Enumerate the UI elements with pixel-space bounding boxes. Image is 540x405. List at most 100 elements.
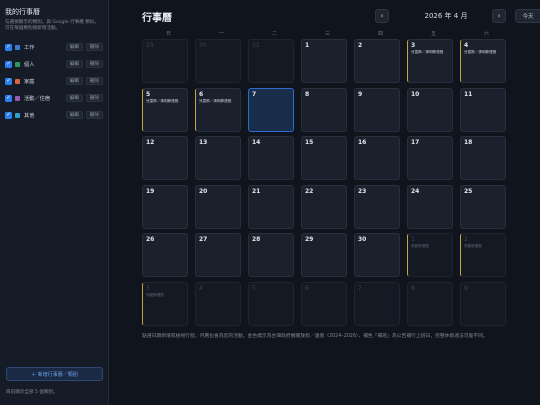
- day-cell[interactable]: 1 勞動節連假: [407, 233, 453, 277]
- day-cell[interactable]: 12: [142, 136, 188, 180]
- day-number: 17: [411, 139, 420, 146]
- calendar-name: 家庭: [24, 78, 35, 85]
- day-number: 14: [252, 139, 261, 146]
- calendar-item: ✓ 個人 編輯 刪除: [5, 58, 103, 70]
- day-cell[interactable]: 15: [301, 136, 347, 180]
- day-number: 30: [358, 236, 367, 243]
- edit-calendar-button[interactable]: 編輯: [65, 77, 83, 86]
- day-cell[interactable]: 21: [248, 184, 294, 229]
- day-cell[interactable]: 5: [248, 281, 294, 326]
- delete-calendar-button[interactable]: 刪除: [85, 111, 103, 120]
- day-cell[interactable]: 29: [142, 39, 188, 83]
- day-cell-today[interactable]: 7: [248, 87, 294, 132]
- add-calendar-button[interactable]: ＋ 新增行事曆／類別: [6, 367, 103, 381]
- day-cell[interactable]: 26: [142, 233, 188, 277]
- day-cell[interactable]: 2: [354, 39, 400, 83]
- sidebar-description: 勾選要顯示的類別。與 Google 行事曆 類似，可在每個類別裡新增活動。: [5, 20, 100, 32]
- day-number: 22: [305, 187, 314, 195]
- holiday-event[interactable]: 兒童節／清明節連假: [464, 50, 496, 55]
- weekday-label: 三: [324, 31, 330, 37]
- day-cell[interactable]: 30: [354, 233, 400, 277]
- page-title: 行事曆: [142, 13, 172, 24]
- day-number: 9: [464, 284, 468, 292]
- day-cell[interactable]: 3 勞動節連假: [142, 281, 188, 326]
- sidebar-title: 我的行事曆: [5, 8, 40, 16]
- day-cell[interactable]: 27: [195, 233, 241, 277]
- day-cell[interactable]: 11: [460, 87, 506, 132]
- delete-calendar-button[interactable]: 刪除: [85, 94, 103, 103]
- day-number: 24: [411, 187, 420, 195]
- calendar-item: ✓ 家庭 編輯 刪除: [5, 75, 103, 87]
- day-cell[interactable]: 6: [301, 281, 347, 326]
- calendar-name: 其他: [24, 112, 35, 119]
- day-cell[interactable]: 10: [407, 87, 453, 132]
- day-cell[interactable]: 9: [460, 281, 506, 326]
- day-cell[interactable]: 19: [142, 184, 188, 229]
- edit-calendar-button[interactable]: 編輯: [65, 60, 83, 69]
- prev-month-button[interactable]: ‹: [375, 9, 389, 23]
- day-cell[interactable]: 4 兒童節／清明節連假: [460, 39, 506, 83]
- today-button[interactable]: 今天: [515, 9, 540, 23]
- edit-calendar-button[interactable]: 編輯: [65, 43, 83, 52]
- day-cell[interactable]: 16: [354, 136, 400, 180]
- calendar-list: ✓ 工作 編輯 刪除 ✓ 個人 編輯 刪除 ✓ 家庭 編輯 刪除 ✓ 活動／住宿 編輯 刪除 ✓ 其他 編輯 刪除: [5, 41, 103, 121]
- day-number: 31: [252, 42, 260, 49]
- calendar-checkbox[interactable]: ✓: [5, 43, 12, 51]
- holiday-event[interactable]: 勞動節連假: [411, 244, 429, 249]
- day-cell[interactable]: 17: [407, 136, 453, 180]
- footnote: 點選日期新增或檢視行程。月曆也會為您的活動。金色標示為台灣政府機關放假／連假（2…: [142, 334, 488, 339]
- day-cell[interactable]: 25: [460, 184, 506, 229]
- day-cell[interactable]: 23: [354, 184, 400, 229]
- calendar-header: 行事曆 ‹ 2026 年 4 月 › 今天: [142, 9, 540, 24]
- holiday-event[interactable]: 勞動節連假: [464, 244, 482, 249]
- day-cell[interactable]: 8: [407, 281, 453, 326]
- day-cell[interactable]: 13: [195, 136, 241, 180]
- day-cell[interactable]: 22: [301, 184, 347, 229]
- calendar-checkbox[interactable]: ✓: [5, 77, 12, 85]
- delete-calendar-button[interactable]: 刪除: [85, 43, 103, 52]
- day-cell[interactable]: 20: [195, 184, 241, 229]
- day-cell[interactable]: 14: [248, 136, 294, 180]
- day-cell[interactable]: 2 勞動節連假: [460, 233, 506, 277]
- holiday-event[interactable]: 勞動節連假: [146, 293, 164, 298]
- holiday-event[interactable]: 兒童節／清明節連假: [411, 50, 443, 55]
- day-number: 2: [464, 236, 468, 243]
- day-cell[interactable]: 8: [301, 87, 347, 132]
- day-cell[interactable]: 6 兒童節／清明節連假: [195, 87, 241, 132]
- weekday-label: 日: [165, 31, 171, 37]
- delete-calendar-button[interactable]: 刪除: [85, 77, 103, 86]
- day-number: 21: [252, 187, 261, 195]
- calendar-color-swatch: [15, 44, 20, 50]
- calendar-checkbox[interactable]: ✓: [5, 60, 12, 68]
- day-cell[interactable]: 31: [248, 39, 294, 83]
- day-cell[interactable]: 7: [354, 281, 400, 326]
- holiday-event[interactable]: 兒童節／清明節連假: [146, 99, 178, 104]
- day-cell[interactable]: 4: [195, 281, 241, 326]
- day-cell[interactable]: 1: [301, 39, 347, 83]
- day-number: 26: [146, 236, 155, 243]
- edit-calendar-button[interactable]: 編輯: [65, 94, 83, 103]
- calendar-checkbox[interactable]: ✓: [5, 94, 12, 102]
- day-number: 12: [146, 139, 155, 146]
- day-number: 27: [199, 236, 208, 243]
- calendar-item: ✓ 工作 編輯 刪除: [5, 41, 103, 53]
- day-cell[interactable]: 18: [460, 136, 506, 180]
- day-cell[interactable]: 3 兒童節／清明節連假: [407, 39, 453, 83]
- day-cell[interactable]: 9: [354, 87, 400, 132]
- day-number: 10: [411, 90, 420, 98]
- day-cell[interactable]: 29: [301, 233, 347, 277]
- day-number: 4: [464, 42, 469, 49]
- calendar-checkbox[interactable]: ✓: [5, 111, 12, 119]
- next-month-button[interactable]: ›: [492, 9, 506, 23]
- edit-calendar-button[interactable]: 編輯: [65, 111, 83, 120]
- day-number: 15: [305, 139, 314, 146]
- day-cell[interactable]: 30: [195, 39, 241, 83]
- holiday-event[interactable]: 兒童節／清明節連假: [199, 99, 231, 104]
- delete-calendar-button[interactable]: 刪除: [85, 60, 103, 69]
- sidebar-footer: 目前顯示全部 5 個類別。: [6, 390, 58, 395]
- day-cell[interactable]: 5 兒童節／清明節連假: [142, 87, 188, 132]
- day-cell[interactable]: 24: [407, 184, 453, 229]
- day-number: 4: [199, 284, 203, 292]
- day-cell[interactable]: 28: [248, 233, 294, 277]
- day-number: 29: [146, 42, 154, 49]
